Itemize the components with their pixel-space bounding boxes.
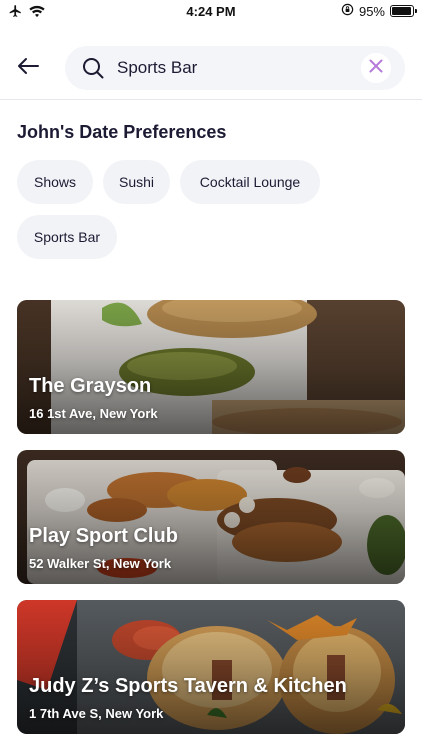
header-divider — [0, 99, 422, 100]
battery-tip — [415, 9, 417, 13]
chip-cocktail-lounge[interactable]: Cocktail Lounge — [180, 160, 320, 204]
status-bar: 4:24 PM 95% — [0, 0, 422, 24]
back-arrow-icon — [16, 57, 40, 80]
clear-search-button[interactable] — [361, 53, 391, 83]
search-icon — [81, 56, 105, 85]
battery-fill — [392, 7, 411, 15]
venue-address: 52 Walker St, New York — [29, 556, 172, 571]
venue-address: 16 1st Ave, New York — [29, 406, 158, 421]
venue-card[interactable]: The Grayson 16 1st Ave, New York — [17, 300, 405, 434]
status-right: 95% — [341, 3, 417, 19]
battery-percent: 95% — [358, 3, 385, 19]
chip-sushi[interactable]: Sushi — [103, 160, 170, 204]
venue-card[interactable]: Play Sport Club 52 Walker St, New York — [17, 450, 405, 584]
venue-name: Play Sport Club — [29, 525, 178, 547]
battery-icon — [390, 5, 417, 17]
search-box[interactable] — [65, 46, 405, 90]
chip-shows[interactable]: Shows — [17, 160, 93, 204]
search-input[interactable] — [117, 46, 347, 90]
venue-name: Judy Z’s Sports Tavern & Kitchen — [29, 675, 347, 697]
orientation-lock-icon — [341, 3, 354, 19]
search-row — [0, 46, 422, 90]
back-button[interactable] — [12, 52, 44, 84]
clear-x-icon — [369, 59, 383, 78]
venue-name: The Grayson — [29, 375, 152, 397]
preferences-title: John's Date Preferences — [17, 122, 227, 142]
chip-sports-bar[interactable]: Sports Bar — [17, 215, 117, 259]
venue-address: 1 7th Ave S, New York — [29, 706, 164, 721]
venue-card[interactable]: Judy Z’s Sports Tavern & Kitchen 1 7th A… — [17, 600, 405, 734]
